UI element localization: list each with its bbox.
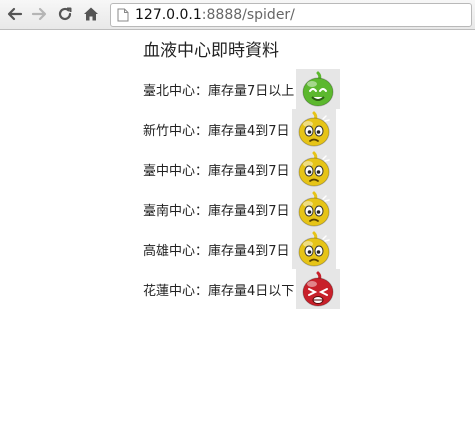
- browser-toolbar: 127.0.0.1:8888/spider/: [0, 0, 475, 30]
- reload-icon: [58, 7, 72, 21]
- forward-button[interactable]: [28, 3, 50, 25]
- arrow-right-icon: [31, 7, 47, 21]
- url-host: 127.0.0.1: [135, 7, 202, 23]
- url-path: :8888/spider/: [201, 7, 295, 23]
- center-label: 臺南中心：庫存量4到7日: [143, 203, 290, 219]
- center-label: 臺北中心：庫存量7日以上: [143, 83, 295, 99]
- center-label: 臺中中心：庫存量4到7日: [143, 163, 290, 179]
- center-label: 高雄中心：庫存量4到7日: [143, 243, 290, 259]
- center-row: 臺北中心：庫存量7日以上: [143, 69, 341, 109]
- center-row: 新竹中心：庫存量4到7日: [143, 109, 336, 149]
- home-button[interactable]: [80, 3, 102, 25]
- yellow-worried-face-icon: [291, 189, 336, 229]
- home-icon: [84, 7, 98, 21]
- page-title: 血液中心即時資料: [143, 41, 279, 61]
- arrow-left-icon: [7, 7, 23, 21]
- url-text[interactable]: 127.0.0.1:8888/spider/: [135, 6, 295, 24]
- center-row: 花蓮中心：庫存量4日以下: [143, 269, 341, 309]
- yellow-worried-face-icon: [291, 149, 336, 189]
- red-crying-face-icon: [296, 269, 341, 309]
- center-row: 高雄中心：庫存量4到7日: [143, 229, 336, 269]
- yellow-worried-face-icon: [291, 229, 336, 269]
- center-label: 新竹中心：庫存量4到7日: [143, 123, 290, 139]
- green-happy-face-icon: [296, 69, 341, 109]
- page-content: 血液中心即時資料 臺北中心：庫存量7日以上 新竹中心：庫存量4到7日 臺中中心：庫存…: [143, 40, 341, 309]
- yellow-worried-face-icon: [291, 109, 336, 149]
- center-row: 臺南中心：庫存量4到7日: [143, 189, 336, 229]
- center-row: 臺中中心：庫存量4到7日: [143, 149, 336, 189]
- reload-button[interactable]: [54, 3, 76, 25]
- center-label: 花蓮中心：庫存量4日以下: [143, 283, 295, 299]
- page-icon: [117, 8, 129, 22]
- address-bar[interactable]: 127.0.0.1:8888/spider/: [110, 3, 472, 27]
- back-button[interactable]: [4, 3, 26, 25]
